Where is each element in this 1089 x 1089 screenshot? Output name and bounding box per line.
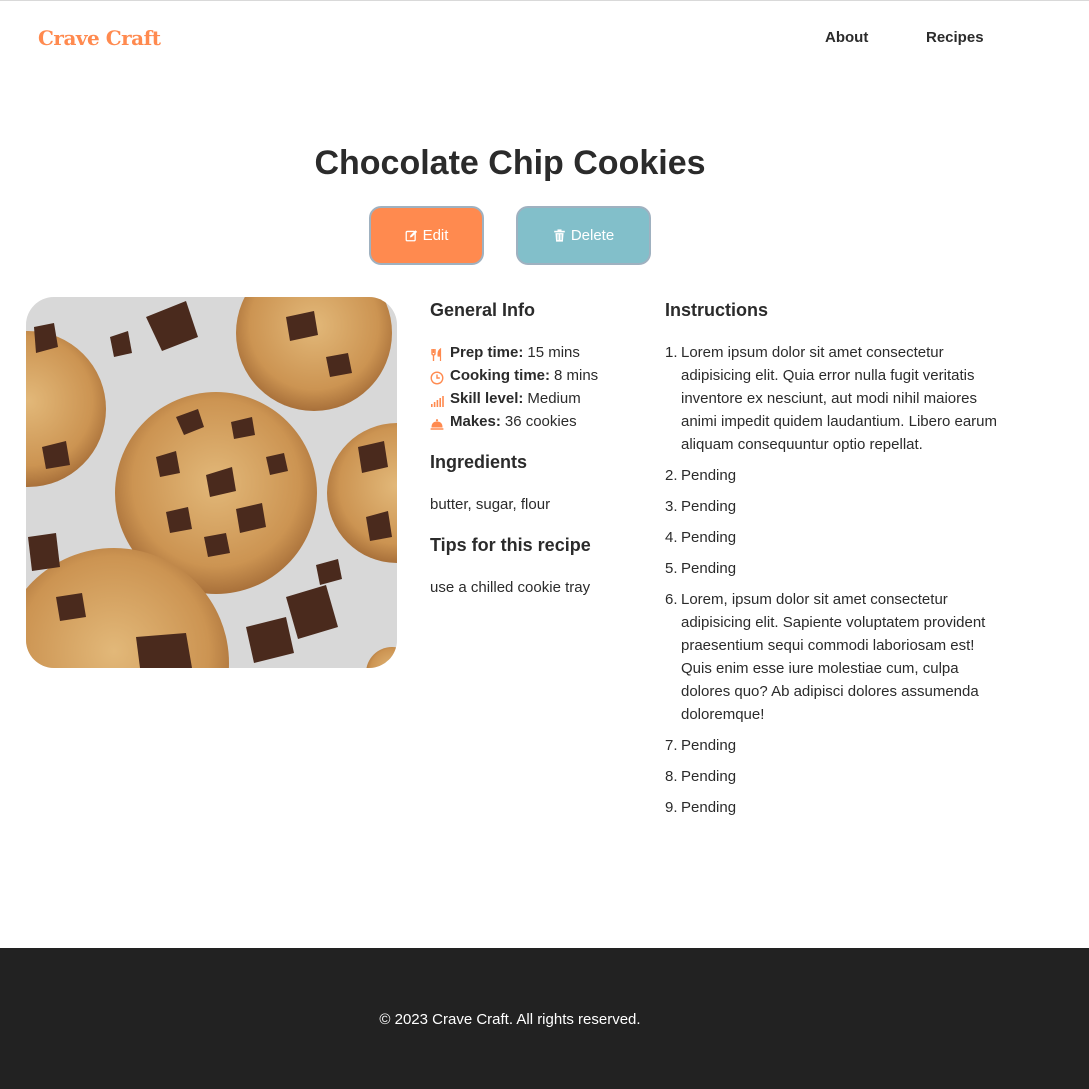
- general-info-list: Prep time: 15 mins Cooking time: 8 mins: [430, 341, 645, 433]
- trash-icon: [553, 229, 566, 242]
- instruction-step: 9. Pending: [665, 796, 1005, 819]
- ingredients-heading: Ingredients: [430, 452, 528, 472]
- info-label: Prep time:: [450, 344, 524, 361]
- info-cooking-time: Cooking time: 8 mins: [430, 364, 645, 387]
- recipe-image: [26, 297, 397, 668]
- edit-button-label: Edit: [422, 227, 449, 244]
- instruction-step: 8. Pending: [665, 765, 1005, 788]
- recipe-page: Crave Craft About Recipes Chocolate Chip…: [0, 0, 1089, 1089]
- info-value: 15 mins: [527, 344, 580, 361]
- recipe-title: Chocolate Chip Cookies: [314, 144, 706, 182]
- step-text: Pending: [681, 529, 737, 546]
- clock-icon: [430, 369, 444, 385]
- instructions-heading: Instructions: [665, 300, 769, 320]
- info-label: Skill level:: [450, 390, 524, 407]
- edit-button[interactable]: Edit: [369, 206, 484, 265]
- signal-icon: [430, 392, 444, 407]
- instruction-step: 7. Pending: [665, 734, 1005, 757]
- nav-link-about[interactable]: About: [825, 29, 868, 46]
- instruction-step: 6. Lorem, ipsum dolor sit amet consectetu…: [665, 588, 1005, 726]
- instruction-step: 5. Pending: [665, 557, 1005, 580]
- brand-logo[interactable]: Crave Craft: [38, 26, 161, 50]
- step-text: Pending: [681, 768, 737, 785]
- cloche-icon: [430, 415, 444, 430]
- instructions-list: 1. Lorem ipsum dolor sit amet consectetur…: [665, 341, 1005, 819]
- tips-heading: Tips for this recipe: [430, 535, 591, 555]
- footer-copyright: © 2023 Crave Craft. All rights reserved.: [379, 1011, 641, 1028]
- info-value: Medium: [527, 390, 581, 407]
- cookies-illustration: [26, 297, 397, 668]
- instruction-step: 3. Pending: [665, 495, 1005, 518]
- info-label: Makes:: [450, 413, 501, 430]
- nav-link-recipes[interactable]: Recipes: [926, 29, 984, 46]
- instruction-step: 4. Pending: [665, 526, 1005, 549]
- info-value: 8 mins: [554, 367, 599, 384]
- step-number: 7.: [665, 737, 678, 754]
- step-number: 8.: [665, 768, 678, 785]
- delete-button[interactable]: Delete: [516, 206, 651, 265]
- step-number: 2.: [665, 467, 678, 484]
- info-prep-time: Prep time: 15 mins: [430, 341, 645, 364]
- instruction-step: 2. Pending: [665, 464, 1005, 487]
- info-value: 36 cookies: [504, 413, 577, 430]
- info-skill-level: Skill level: Medium: [430, 387, 645, 410]
- ingredients-text: butter, sugar, flour: [430, 496, 551, 513]
- step-text: Pending: [681, 498, 737, 515]
- step-number: 6.: [665, 591, 678, 608]
- step-text: Pending: [681, 737, 737, 754]
- step-text: Pending: [681, 799, 737, 816]
- edit-icon: [405, 229, 418, 242]
- utensils-icon: [430, 346, 444, 361]
- delete-button-label: Delete: [570, 227, 615, 244]
- step-number: 3.: [665, 498, 678, 515]
- step-number: 4.: [665, 529, 678, 546]
- step-text: Pending: [681, 560, 737, 577]
- step-text: Lorem, ipsum dolor sit amet consectetur …: [681, 591, 986, 723]
- step-number: 5.: [665, 560, 678, 577]
- step-number: 1.: [665, 344, 678, 361]
- instruction-step: 1. Lorem ipsum dolor sit amet consectetur…: [665, 341, 1005, 456]
- info-makes: Makes: 36 cookies: [430, 410, 645, 433]
- top-border: [0, 0, 1089, 1]
- footer: © 2023 Crave Craft. All rights reserved.: [0, 948, 1089, 1089]
- recipe-details: General Info Prep time: 15 mins Cooking …: [430, 300, 645, 596]
- instructions-section: Instructions 1. Lorem ipsum dolor sit ame…: [665, 300, 1005, 827]
- step-number: 9.: [665, 799, 678, 816]
- step-text: Lorem ipsum dolor sit amet consectetur a…: [681, 344, 997, 453]
- info-label: Cooking time:: [450, 367, 550, 384]
- step-text: Pending: [681, 467, 737, 484]
- tips-text: use a chilled cookie tray: [430, 579, 591, 596]
- general-info-heading: General Info: [430, 300, 536, 320]
